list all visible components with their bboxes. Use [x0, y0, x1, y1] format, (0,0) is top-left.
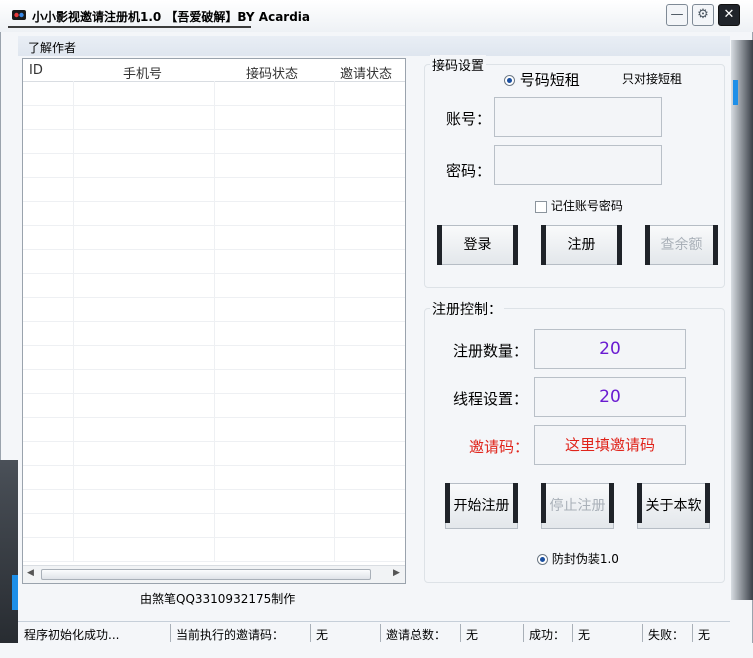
title-bar: 小小影视邀请注册机1.0 【吾爱破解】BY Acardia — ⚙ ✕ [0, 0, 753, 32]
account-input[interactable] [494, 97, 662, 137]
table-row[interactable] [23, 393, 405, 418]
password-label: 密码： [446, 162, 492, 180]
column-header-invite-status[interactable]: 邀请状态 [340, 63, 392, 82]
column-header-id[interactable]: ID [29, 63, 43, 78]
invite-code-label: 邀请码： [469, 438, 530, 456]
credit-text: 由煞笔QQ3310932175制作 [140, 592, 296, 606]
short-rent-radio[interactable]: 号码短租 [504, 69, 580, 90]
table-row[interactable] [23, 201, 405, 226]
check-balance-button[interactable]: 查余额 [645, 225, 718, 265]
table-row[interactable] [23, 153, 405, 178]
menu-about-author[interactable]: 了解作者 [28, 39, 76, 56]
radio-icon [537, 554, 548, 565]
table-row[interactable] [23, 177, 405, 202]
account-label: 账号： [446, 110, 492, 128]
table-row[interactable] [23, 321, 405, 346]
table-row[interactable] [23, 441, 405, 466]
window-bottom-edge [0, 643, 753, 658]
start-register-button[interactable]: 开始注册 [445, 483, 518, 529]
minimize-button[interactable]: — [666, 4, 688, 26]
radio-icon [504, 75, 515, 86]
status-current-value: 无 [316, 628, 329, 642]
about-software-button[interactable]: 关于本软 [637, 483, 710, 529]
table-row[interactable] [23, 129, 405, 154]
table-row[interactable] [23, 225, 405, 250]
scrollbar-thumb[interactable] [41, 569, 371, 580]
remember-checkbox[interactable]: 记住账号密码 [535, 197, 623, 214]
invite-code-input[interactable]: 这里填邀请码 [534, 425, 686, 465]
title-underline [8, 26, 251, 28]
count-input[interactable]: 20 [534, 329, 686, 369]
status-bar: 程序初始化成功... 当前执行的邀请码： 无 邀请总数： 无 成功： 无 失败：… [18, 621, 730, 644]
menu-bar: 了解作者 [18, 36, 730, 57]
table-row[interactable] [23, 369, 405, 394]
short-rent-hint: 只对接短租 [622, 72, 683, 86]
status-success-label: 成功： [529, 628, 566, 642]
register-button[interactable]: 注册 [541, 225, 622, 265]
count-label: 注册数量： [453, 342, 529, 360]
close-button[interactable]: ✕ [718, 4, 740, 26]
thread-input[interactable]: 20 [534, 377, 686, 417]
left-edge-decoration [0, 460, 20, 658]
table-row[interactable] [23, 345, 405, 370]
scroll-left-icon[interactable]: ◀ [27, 568, 34, 578]
table-row[interactable] [23, 537, 405, 562]
password-input[interactable] [494, 145, 662, 185]
registration-control-title: 注册控制： [430, 299, 504, 319]
right-edge-decoration [731, 40, 753, 600]
status-total-label: 邀请总数： [386, 628, 447, 642]
horizontal-scrollbar[interactable]: ◀ ▶ [23, 565, 405, 583]
window-title: 小小影视邀请注册机1.0 【吾爱破解】BY Acardia [32, 10, 311, 24]
status-success-value: 无 [578, 628, 591, 642]
status-total-value: 无 [466, 628, 479, 642]
sms-settings-title: 接码设置 [430, 55, 487, 74]
table-row[interactable] [23, 249, 405, 274]
account-table[interactable]: ID 手机号 接码状态 邀请状态 ◀ ▶ [22, 58, 406, 584]
checkbox-icon [535, 200, 547, 213]
status-fail-value: 无 [698, 628, 711, 642]
login-button[interactable]: 登录 [437, 225, 518, 265]
status-fail-label: 失败： [648, 628, 685, 642]
table-row[interactable] [23, 297, 405, 322]
table-row[interactable] [23, 417, 405, 442]
table-row[interactable] [23, 105, 405, 130]
thread-label: 线程设置： [453, 390, 529, 408]
table-row[interactable] [23, 489, 405, 514]
column-header-sms-status[interactable]: 接码状态 [246, 63, 298, 82]
app-logo-icon [12, 10, 26, 20]
table-row[interactable] [23, 273, 405, 298]
column-header-phone[interactable]: 手机号 [123, 63, 162, 82]
stop-register-button[interactable]: 停止注册 [541, 483, 614, 529]
scroll-right-icon[interactable]: ▶ [393, 568, 400, 578]
table-row[interactable] [23, 81, 405, 106]
table-row[interactable] [23, 465, 405, 490]
status-current-label: 当前执行的邀请码： [176, 628, 285, 642]
settings-icon[interactable]: ⚙ [692, 4, 714, 26]
status-init-text: 程序初始化成功... [24, 628, 120, 642]
table-row[interactable] [23, 513, 405, 538]
table-header: ID 手机号 接码状态 邀请状态 [23, 59, 405, 82]
anti-ban-radio[interactable]: 防封伪装1.0 [537, 550, 619, 567]
